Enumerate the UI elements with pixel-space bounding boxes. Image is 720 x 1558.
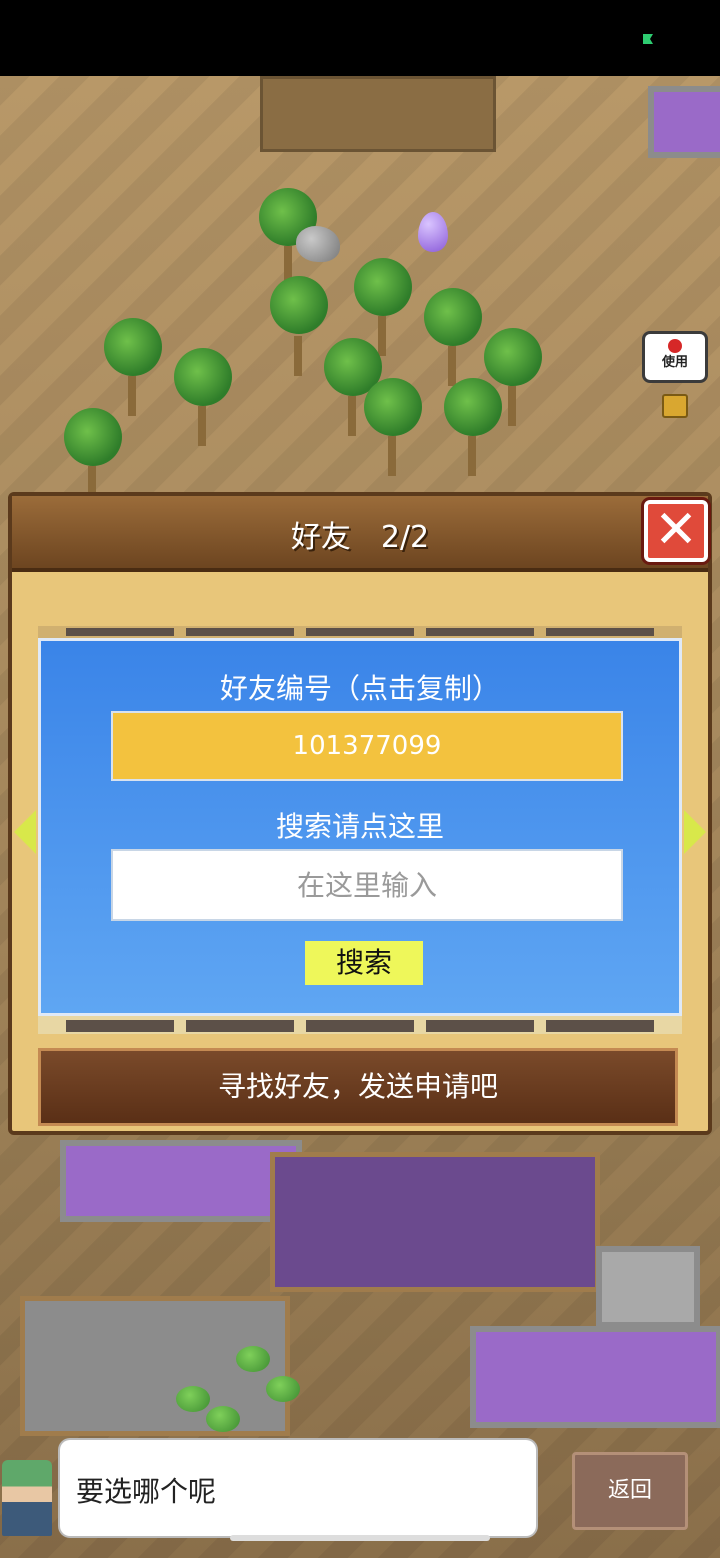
tab-marker: [66, 1020, 174, 1032]
egg-icon[interactable]: [418, 212, 448, 252]
status-bar: [0, 0, 720, 76]
palm-tree-trunk: [198, 406, 206, 446]
palm-tree-trunk: [378, 316, 386, 356]
use-item-label: 使用: [661, 355, 688, 370]
tab-marker: [546, 1020, 654, 1032]
dialog-text: 要选哪个呢: [76, 1475, 217, 1508]
friend-id-label: 好友编号（点击复制）: [219, 672, 500, 705]
palm-tree-trunk: [128, 376, 136, 416]
palm-tree-trunk: [448, 346, 456, 386]
find-friends-banner[interactable]: 寻找好友，发送申请吧: [38, 1048, 678, 1126]
friend-id-field[interactable]: 101377099: [111, 711, 623, 781]
palm-tree-trunk: [468, 436, 476, 476]
page-tabs-bottom: [38, 1016, 682, 1034]
bush: [176, 1386, 210, 1412]
panel-header: 好友 2/2 ✕: [12, 496, 708, 572]
avatar: [2, 1460, 52, 1536]
palm-tree: [354, 258, 412, 316]
tab-marker: [546, 628, 654, 636]
arrow-right-icon[interactable]: [684, 810, 706, 854]
bush: [266, 1376, 300, 1402]
palm-tree-trunk: [294, 336, 302, 376]
livestock-pen: [470, 1326, 720, 1428]
palm-tree: [364, 378, 422, 436]
tab-marker: [66, 628, 174, 636]
lock-icon: [662, 394, 688, 418]
battery-charging-icon: [643, 34, 653, 44]
shop-room: [270, 1152, 600, 1292]
arrow-left-icon[interactable]: [14, 810, 36, 854]
bush: [236, 1346, 270, 1372]
search-input[interactable]: [111, 849, 623, 921]
close-icon: ✕: [654, 500, 698, 560]
palm-tree-trunk: [348, 396, 356, 436]
palm-tree-trunk: [508, 386, 516, 426]
close-button[interactable]: ✕: [644, 500, 708, 562]
bush: [206, 1406, 240, 1432]
tab-marker: [426, 628, 534, 636]
palm-tree: [270, 276, 328, 334]
palm-tree: [174, 348, 232, 406]
tab-marker: [426, 1020, 534, 1032]
tab-marker: [186, 628, 294, 636]
livestock-pen: [60, 1140, 302, 1222]
palm-tree: [484, 328, 542, 386]
tab-marker: [306, 1020, 414, 1032]
dialog-bubble: 要选哪个呢: [60, 1440, 536, 1536]
search-label: 搜索请点这里: [275, 810, 444, 843]
search-button[interactable]: 搜索: [305, 941, 423, 985]
tab-marker: [306, 628, 414, 636]
boulder: [296, 226, 340, 262]
friend-search-box: 好友编号（点击复制） 101377099 搜索请点这里 搜索: [38, 638, 682, 1016]
back-button[interactable]: 返回: [572, 1452, 688, 1530]
home-indicator[interactable]: [230, 1535, 490, 1541]
panel-title: 好友 2/2: [290, 520, 430, 555]
palm-tree: [104, 318, 162, 376]
farm-field: [260, 76, 496, 152]
storage-pen: [596, 1246, 700, 1328]
palm-tree-trunk: [388, 436, 396, 476]
palm-tree: [444, 378, 502, 436]
livestock-pen: [648, 86, 720, 158]
palm-tree: [64, 408, 122, 466]
page-tabs-top: [38, 626, 682, 638]
tab-marker: [186, 1020, 294, 1032]
palm-tree: [424, 288, 482, 346]
use-item-button[interactable]: 使用: [642, 331, 708, 383]
apple-icon: [668, 339, 682, 353]
